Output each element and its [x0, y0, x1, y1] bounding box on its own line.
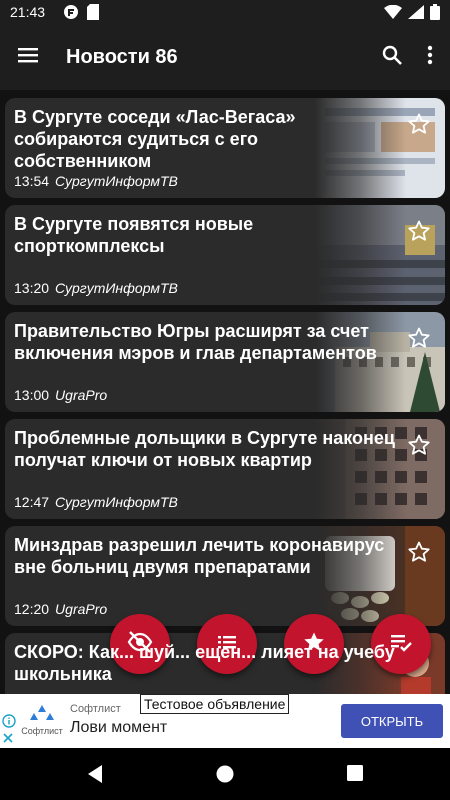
news-card[interactable]: Правительство Югры расширят за счет вклю…: [5, 312, 445, 412]
test-ad-label: Тестовое объявление: [140, 694, 290, 714]
news-card[interactable]: СКОРО: Как... шуй... ещен... лияет на уч…: [5, 633, 445, 694]
news-feed[interactable]: В Сургуте соседи «Лас-Вегаса» собираются…: [0, 90, 450, 694]
wifi-icon: [384, 5, 402, 19]
search-icon[interactable]: [380, 43, 404, 72]
ad-logo-text: Софтлист: [21, 726, 63, 736]
news-meta: 13:54 СургутИнформТВ: [14, 173, 178, 189]
news-meta: 13:00 UgraPro: [14, 387, 107, 403]
news-source: UgraPro: [55, 601, 108, 617]
recents-icon[interactable]: [346, 764, 364, 787]
favorite-star-icon[interactable]: [407, 219, 431, 248]
home-icon[interactable]: [215, 764, 235, 789]
more-vert-icon[interactable]: [426, 43, 434, 72]
news-meta: 12:20 UgraPro: [14, 601, 107, 617]
news-card[interactable]: Проблемные дольщики в Сургуте наконец по…: [5, 419, 445, 519]
page-title: Новости 86: [66, 45, 178, 68]
news-headline: Минздрав разрешил лечить коронавирус вне…: [14, 535, 385, 577]
news-headline: СКОРО: Как... шуй... ещен... лияет на уч…: [14, 642, 395, 684]
news-card[interactable]: В Сургуте соседи «Лас-Вегаса» собираются…: [5, 98, 445, 198]
news-meta: 13:20 СургутИнформТВ: [14, 280, 178, 296]
status-bar: 21:43: [0, 0, 450, 24]
battery-icon: [430, 4, 440, 20]
ad-banner[interactable]: Софтлист Софтлист Лови момент Тестовое о…: [0, 694, 450, 748]
app-bar: Новости 86: [0, 24, 450, 90]
menu-icon[interactable]: [16, 43, 40, 72]
status-time: 21:43: [10, 4, 46, 20]
favorite-star-icon[interactable]: [407, 326, 431, 355]
news-card[interactable]: В Сургуте появятся новые спорткомплексы …: [5, 205, 445, 305]
ad-close-icon[interactable]: [2, 731, 14, 749]
news-time: 13:00: [14, 387, 50, 403]
news-time: 13:20: [14, 280, 50, 296]
favorite-star-icon[interactable]: [407, 112, 431, 141]
back-icon[interactable]: [86, 764, 104, 789]
ad-slogan: Лови момент: [70, 719, 168, 736]
news-time: 13:54: [14, 173, 50, 189]
news-headline: В Сургуте соседи «Лас-Вегаса» собираются…: [14, 107, 296, 171]
news-time: 12:47: [14, 494, 50, 510]
news-headline: Проблемные дольщики в Сургуте наконец по…: [14, 428, 395, 470]
signal-icon: [408, 5, 424, 19]
favorite-star-icon[interactable]: [407, 433, 431, 462]
news-card[interactable]: Минздрав разрешил лечить коронавирус вне…: [5, 526, 445, 626]
news-source: СургутИнформТВ: [55, 280, 178, 296]
ad-logo: Софтлист: [20, 700, 64, 740]
ad-open-button[interactable]: ОТКРЫТЬ: [341, 704, 443, 738]
system-nav-bar: [0, 748, 450, 800]
news-source: СургутИнформТВ: [55, 494, 178, 510]
sd-card-icon: [87, 4, 100, 20]
favorite-star-icon[interactable]: [407, 540, 431, 569]
news-source: СургутИнформТВ: [55, 173, 178, 189]
news-meta: 12:47 СургутИнформТВ: [14, 494, 178, 510]
ad-brand: Софтлист: [70, 703, 121, 715]
news-time: 12:20: [14, 601, 50, 617]
news-headline: Правительство Югры расширят за счет вклю…: [14, 321, 377, 363]
news-source: UgraPro: [55, 387, 108, 403]
app-notification-icon: [63, 4, 79, 20]
news-headline: В Сургуте появятся новые спорткомплексы: [14, 214, 254, 256]
